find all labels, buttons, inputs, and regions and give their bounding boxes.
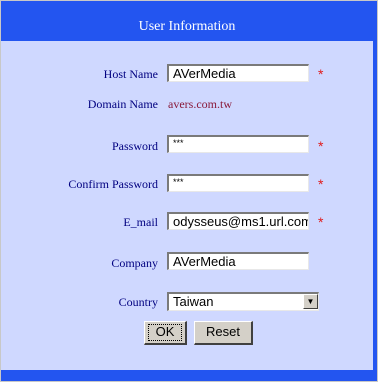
company-input[interactable]: AVerMedia [167, 252, 309, 270]
host-name-required-mark: * [318, 66, 324, 82]
user-information-panel: User Information Host Name AVerMedia * D… [1, 12, 373, 370]
host-name-input[interactable]: AVerMedia [167, 64, 309, 82]
company-label: Company [111, 256, 158, 270]
window-frame: User Information Host Name AVerMedia * D… [0, 0, 378, 382]
email-required-mark: * [318, 214, 324, 230]
panel-title: User Information [1, 12, 373, 41]
confirm-password-input[interactable]: *** [167, 174, 309, 192]
password-input[interactable]: *** [167, 135, 309, 153]
domain-name-value: avers.com.tw [168, 97, 232, 111]
reset-button-label: Reset [206, 324, 240, 339]
confirm-password-required-mark: * [318, 176, 324, 192]
ok-button[interactable]: OK [144, 321, 187, 345]
password-required-mark: * [318, 138, 324, 154]
reset-button[interactable]: Reset [194, 321, 253, 345]
host-name-label: Host Name [103, 67, 158, 81]
email-input[interactable]: odysseus@ms1.url.com.tw [167, 212, 309, 230]
domain-name-label: Domain Name [87, 97, 158, 111]
password-label: Password [111, 139, 158, 153]
country-selected-value: Taiwan [173, 294, 214, 309]
ok-button-label: OK [155, 324, 175, 339]
email-label: E_mail [123, 215, 158, 229]
country-select[interactable]: Taiwan ▼ [167, 292, 319, 311]
country-label: Country [118, 295, 158, 309]
confirm-password-label: Confirm Password [68, 177, 158, 191]
chevron-down-icon[interactable]: ▼ [303, 294, 318, 309]
